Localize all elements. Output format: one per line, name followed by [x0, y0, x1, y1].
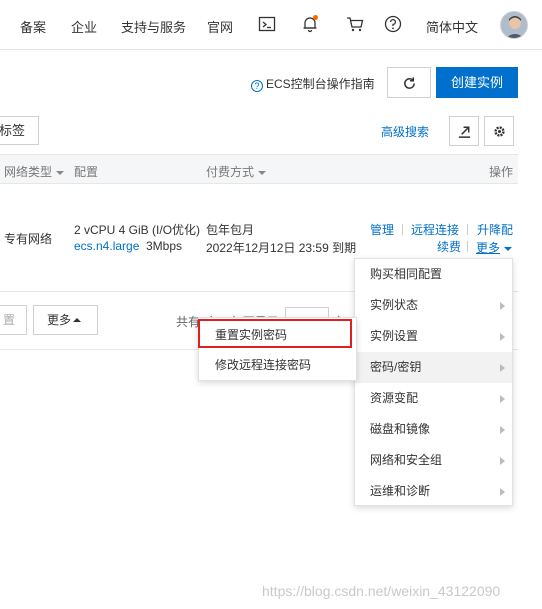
- divider: [467, 224, 468, 235]
- upgrade-link[interactable]: 升降配: [477, 221, 513, 238]
- terminal-icon[interactable]: [257, 14, 277, 34]
- instance-type-link[interactable]: ecs.n4.large: [74, 239, 139, 253]
- manage-link[interactable]: 管理: [370, 221, 394, 238]
- reset-button[interactable]: 置: [0, 305, 27, 335]
- password-key-submenu: 重置实例密码 修改远程连接密码: [198, 317, 357, 381]
- menu-item-buy-same[interactable]: 购买相同配置: [355, 259, 512, 290]
- cell-expire: 2022年12月12日 23:59 到期: [206, 241, 357, 255]
- chevron-right-icon: [500, 457, 505, 465]
- language-switch[interactable]: 简体中文: [426, 17, 478, 36]
- menu-item-resource-change[interactable]: 资源变配: [355, 383, 512, 414]
- chevron-right-icon: [500, 302, 505, 310]
- caret-down-icon: [258, 171, 267, 175]
- help-icon[interactable]: [383, 14, 403, 34]
- nav-official-site[interactable]: 官网: [207, 17, 233, 36]
- header-actions: 操作: [489, 165, 514, 179]
- menu-item-instance-status[interactable]: 实例状态: [355, 290, 512, 321]
- caret-down-icon: [56, 171, 65, 175]
- chevron-right-icon: [500, 395, 505, 403]
- remote-connect-link[interactable]: 远程连接: [411, 221, 459, 238]
- menu-item-ops-diagnosis[interactable]: 运维和诊断: [355, 476, 512, 507]
- chevron-right-icon: [500, 488, 505, 496]
- export-icon: [458, 126, 471, 138]
- header-config: 配置: [74, 165, 99, 179]
- bell-icon[interactable]: [300, 14, 320, 34]
- top-nav: 备案 企业 支持与服务 官网 简体中文: [0, 0, 542, 50]
- cell-network: 专有网络: [4, 232, 53, 246]
- help-circle-icon: ?: [251, 80, 263, 92]
- advanced-search-link[interactable]: 高级搜索: [381, 123, 429, 140]
- more-actions-menu: 购买相同配置 实例状态 实例设置 密码/密钥 资源变配 磁盘和镜像 网络和安全组…: [354, 258, 513, 506]
- refresh-button[interactable]: [387, 67, 431, 98]
- chevron-right-icon: [500, 426, 505, 434]
- cell-bandwidth: 3Mbps: [146, 239, 183, 253]
- create-instance-button[interactable]: 创建实例: [436, 67, 518, 98]
- ecs-guide-link[interactable]: ? ECS控制台操作指南: [251, 75, 375, 92]
- caret-down-icon: [504, 247, 513, 251]
- export-button[interactable]: [449, 116, 479, 146]
- more-actions-link[interactable]: 更多: [476, 239, 513, 256]
- ecs-guide-label: ECS控制台操作指南: [266, 77, 375, 91]
- cell-billing-type: 包年包月: [206, 223, 255, 237]
- renew-link[interactable]: 续费: [437, 238, 461, 255]
- cell-config: 2 vCPU 4 GiB (I/O优化): [74, 223, 201, 237]
- menu-item-instance-settings[interactable]: 实例设置: [355, 321, 512, 352]
- more-batch-button[interactable]: 更多: [33, 305, 98, 335]
- user-avatar[interactable]: [500, 11, 528, 39]
- tag-button[interactable]: 标签: [0, 116, 39, 145]
- table-header: 网络类型 配置 付费方式 操作: [0, 154, 518, 184]
- refresh-icon: [404, 77, 415, 89]
- header-billing[interactable]: 付费方式: [206, 163, 267, 180]
- menu-item-disk-image[interactable]: 磁盘和镜像: [355, 414, 512, 445]
- modify-remote-password[interactable]: 修改远程连接密码: [199, 350, 356, 380]
- chevron-right-icon: [500, 364, 505, 372]
- header-network-type[interactable]: 网络类型: [4, 163, 65, 180]
- nav-beian[interactable]: 备案: [20, 17, 46, 36]
- caret-up-icon: [73, 318, 82, 322]
- settings-button[interactable]: [484, 116, 514, 146]
- nav-enterprise[interactable]: 企业: [71, 17, 97, 36]
- menu-item-password-key[interactable]: 密码/密钥: [355, 352, 512, 383]
- cart-icon[interactable]: [345, 14, 365, 34]
- nav-support[interactable]: 支持与服务: [121, 17, 186, 36]
- divider: [402, 224, 403, 235]
- watermark: https://blog.csdn.net/weixin_43122090: [262, 583, 501, 599]
- divider: [467, 241, 468, 252]
- reset-instance-password[interactable]: 重置实例密码: [199, 320, 356, 350]
- menu-item-network-security[interactable]: 网络和安全组: [355, 445, 512, 476]
- chevron-right-icon: [500, 333, 505, 341]
- gear-icon: [494, 126, 505, 137]
